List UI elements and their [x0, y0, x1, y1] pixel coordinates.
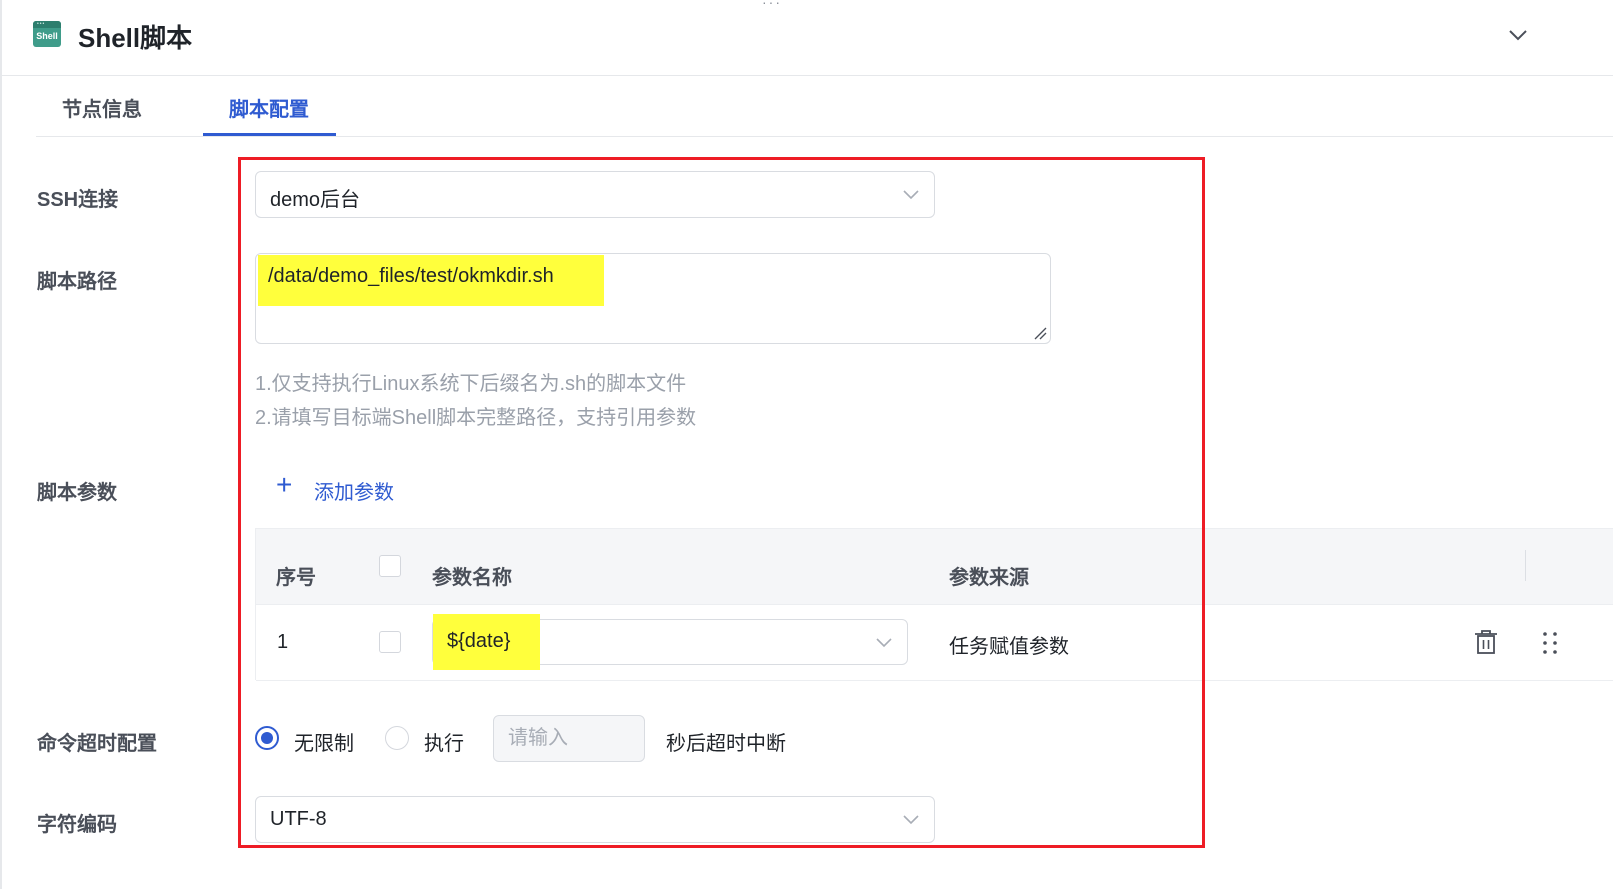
ssh-select[interactable]: demo后台: [255, 171, 935, 218]
path-hint-2: 2.请填写目标端Shell脚本完整路径，支持引用参数: [255, 407, 697, 429]
row-checkbox[interactable]: [379, 631, 401, 653]
node-title: Shell脚本: [78, 23, 193, 53]
chevron-down-icon: [903, 815, 919, 825]
param-source-value: 任务赋值参数: [949, 636, 1069, 658]
chevron-down-icon[interactable]: [1505, 22, 1531, 48]
chevron-down-icon: [876, 638, 892, 648]
ssh-label: SSH连接: [37, 189, 119, 211]
col-header-param-name: 参数名称: [432, 567, 512, 589]
encoding-select-value: UTF-8: [270, 808, 327, 830]
trash-icon[interactable]: [1474, 629, 1498, 655]
tab-script-config[interactable]: 脚本配置: [229, 93, 309, 122]
radio-unlimited-label[interactable]: 无限制: [294, 727, 354, 756]
tab-node-info[interactable]: 节点信息: [62, 93, 142, 122]
chevron-down-icon: [903, 190, 919, 200]
encoding-select[interactable]: UTF-8: [255, 796, 935, 843]
header-divider: [2, 75, 1613, 76]
timeout-seconds-input[interactable]: [493, 715, 645, 762]
radio-exec-label[interactable]: 执行: [424, 727, 464, 756]
col-header-index: 序号: [276, 567, 316, 589]
shell-icon-dots: •••: [37, 21, 46, 27]
col-header-param-source: 参数来源: [949, 567, 1029, 589]
add-param-label: 添加参数: [314, 482, 394, 504]
drag-dots[interactable]: ···: [762, 0, 782, 10]
radio-dot: [261, 732, 273, 744]
script-params-label: 脚本参数: [37, 482, 117, 504]
radio-exec[interactable]: [385, 726, 409, 750]
path-hint-1: 1.仅支持执行Linux系统下后缀名为.sh的脚本文件: [255, 373, 687, 395]
left-border: [0, 0, 2, 889]
tabs-divider: [36, 136, 1613, 137]
shell-icon: ••• Shell: [33, 21, 61, 47]
radio-unlimited[interactable]: [255, 726, 279, 750]
script-path-label: 脚本路径: [37, 271, 117, 293]
resize-handle-icon[interactable]: [1033, 326, 1047, 340]
plus-icon: +: [276, 469, 293, 500]
timeout-suffix: 秒后超时中断: [666, 733, 786, 755]
ssh-select-value: demo后台: [270, 189, 361, 211]
select-all-checkbox[interactable]: [379, 555, 401, 577]
encoding-label: 字符编码: [37, 814, 117, 836]
table-left-border: [255, 528, 256, 680]
shell-icon-text: Shell: [36, 31, 58, 41]
script-path-value[interactable]: /data/demo_files/test/okmkdir.sh: [268, 265, 554, 288]
param-name-value[interactable]: ${date}: [447, 630, 510, 653]
row-index: 1: [277, 631, 289, 653]
column-divider: [1525, 550, 1526, 581]
timeout-label: 命令超时配置: [37, 733, 157, 755]
drag-handle-icon[interactable]: [1540, 630, 1560, 656]
